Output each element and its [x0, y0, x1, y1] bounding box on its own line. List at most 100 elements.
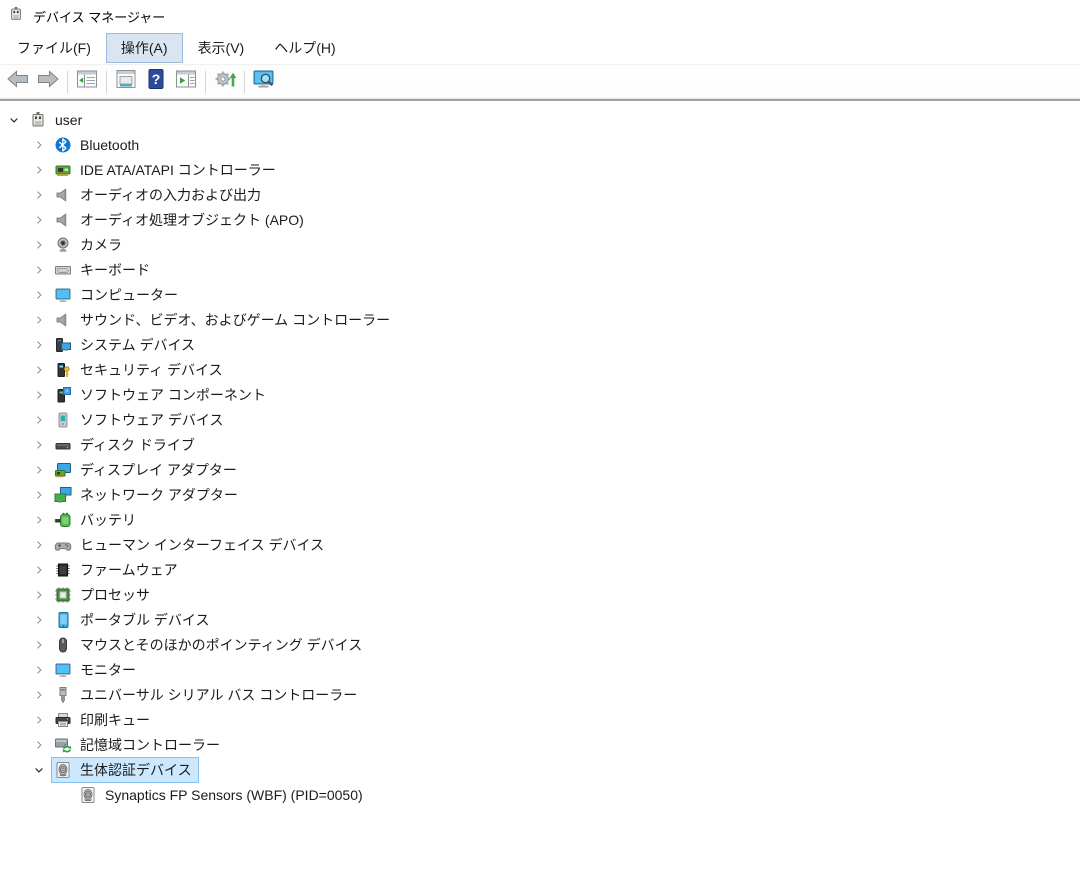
window-title: デバイス マネージャー — [33, 7, 165, 26]
tree-node[interactable]: プロセッサ — [51, 582, 157, 608]
sound-controller-icon — [54, 311, 72, 329]
tree-node[interactable]: システム デバイス — [51, 332, 202, 358]
chevron-right-icon[interactable] — [31, 287, 47, 303]
software-components-icon — [54, 386, 72, 404]
tree-node[interactable]: オーディオ処理オブジェクト (APO) — [51, 207, 311, 233]
tree-node[interactable]: カメラ — [51, 232, 129, 258]
chevron-right-icon[interactable] — [31, 687, 47, 703]
forward-arrow-icon — [36, 67, 60, 96]
tree-row: システム デバイス — [0, 332, 1080, 357]
chevron-right-icon[interactable] — [31, 637, 47, 653]
scan-hardware-icon — [213, 67, 237, 96]
tree-node[interactable]: サウンド、ビデオ、およびゲーム コントローラー — [51, 307, 397, 333]
tree-row: キーボード — [0, 257, 1080, 282]
tree-row: 記憶域コントローラー — [0, 732, 1080, 757]
chevron-right-icon[interactable] — [31, 662, 47, 678]
tree-node-label: 印刷キュー — [80, 710, 152, 730]
tree-row: ファームウェア — [0, 557, 1080, 582]
chevron-right-icon[interactable] — [31, 187, 47, 203]
chevron-right-icon[interactable] — [31, 137, 47, 153]
bluetooth-icon — [54, 136, 72, 154]
menu-item-action[interactable]: 操作(A) — [106, 33, 183, 63]
tree-node[interactable]: ユニバーサル シリアル バス コントローラー — [51, 682, 364, 708]
scan-hardware-changes-button[interactable] — [210, 68, 240, 96]
tree-node[interactable]: ソフトウェア コンポーネント — [51, 382, 273, 408]
tree-node[interactable]: ネットワーク アダプター — [51, 482, 245, 508]
camera-icon — [54, 236, 72, 254]
chevron-right-icon[interactable] — [31, 737, 47, 753]
tree-node-label: ディスク ドライブ — [80, 435, 197, 455]
tree-node[interactable]: ポータブル デバイス — [51, 607, 216, 633]
chevron-right-icon[interactable] — [31, 362, 47, 378]
chevron-right-icon[interactable] — [31, 562, 47, 578]
tree-node[interactable]: 記憶域コントローラー — [51, 732, 227, 758]
chevron-right-icon[interactable] — [31, 262, 47, 278]
audio-endpoint-icon — [54, 186, 72, 204]
chevron-right-icon[interactable] — [31, 462, 47, 478]
show-console-tree-button[interactable] — [72, 68, 102, 96]
chevron-right-icon[interactable] — [31, 312, 47, 328]
tree-node[interactable]: ファームウェア — [51, 557, 185, 583]
chevron-right-icon[interactable] — [31, 437, 47, 453]
tree-node-label: コンピューター — [80, 285, 180, 305]
tree-node[interactable]: Synaptics FP Sensors (WBF) (PID=0050) — [76, 783, 370, 807]
chevron-right-icon[interactable] — [31, 487, 47, 503]
disk-drives-icon — [54, 436, 72, 454]
chevron-right-icon[interactable] — [31, 412, 47, 428]
help-icon: ? — [144, 67, 168, 96]
tree-row: ネットワーク アダプター — [0, 482, 1080, 507]
tree-node[interactable]: ヒューマン インターフェイス デバイス — [51, 532, 331, 558]
tree-node[interactable]: オーディオの入力および出力 — [51, 182, 268, 208]
menu-item-view[interactable]: 表示(V) — [183, 33, 260, 63]
chevron-down-icon[interactable] — [31, 762, 47, 778]
toolbar-separator — [106, 71, 107, 93]
computer-root-icon — [29, 111, 47, 129]
svg-text:?: ? — [152, 71, 161, 87]
tree-node[interactable]: モニター — [51, 657, 143, 683]
tree-node[interactable]: 印刷キュー — [51, 707, 157, 733]
chevron-right-icon[interactable] — [31, 387, 47, 403]
chevron-right-icon[interactable] — [31, 337, 47, 353]
tree-node[interactable]: コンピューター — [51, 282, 185, 308]
display-adapters-icon — [54, 461, 72, 479]
tree-node-label: ソフトウェア デバイス — [80, 410, 225, 430]
show-action-pane-button[interactable] — [171, 68, 201, 96]
chevron-down-icon[interactable] — [6, 112, 22, 128]
menu-item-help[interactable]: ヘルプ(H) — [259, 33, 350, 63]
tree-node[interactable]: IDE ATA/ATAPI コントローラー — [51, 157, 283, 183]
tree-node[interactable]: ディスプレイ アダプター — [51, 457, 244, 483]
tree-row: ソフトウェア デバイス — [0, 407, 1080, 432]
mouse-icon — [54, 636, 72, 654]
toolbar-separator — [244, 71, 245, 93]
chevron-right-icon[interactable] — [31, 612, 47, 628]
firmware-icon — [54, 561, 72, 579]
help-button[interactable]: ? — [141, 68, 171, 96]
chevron-right-icon[interactable] — [31, 537, 47, 553]
menu-item-file[interactable]: ファイル(F) — [2, 33, 106, 63]
tree-node[interactable]: キーボード — [51, 257, 157, 283]
chevron-right-icon[interactable] — [31, 212, 47, 228]
tree-node-label: マウスとそのほかのポインティング デバイス — [80, 635, 364, 655]
properties-button[interactable] — [111, 68, 141, 96]
tree-node[interactable]: バッテリ — [51, 507, 143, 533]
tree-row: ソフトウェア コンポーネント — [0, 382, 1080, 407]
toolbar: ? — [0, 65, 1080, 99]
tree-node[interactable]: マウスとそのほかのポインティング デバイス — [51, 632, 369, 658]
computer-icon — [54, 286, 72, 304]
chevron-right-icon[interactable] — [31, 712, 47, 728]
tree-node-selected[interactable]: 生体認証デバイス — [51, 757, 199, 783]
tree-node[interactable]: ディスク ドライブ — [51, 432, 202, 458]
tree-row: プロセッサ — [0, 582, 1080, 607]
chevron-right-icon[interactable] — [31, 237, 47, 253]
remote-computer-button[interactable] — [249, 68, 279, 96]
usb-controller-icon — [54, 686, 72, 704]
tree-node[interactable]: user — [26, 108, 89, 132]
back-button[interactable] — [3, 68, 33, 96]
forward-button[interactable] — [33, 68, 63, 96]
tree-node[interactable]: Bluetooth — [51, 133, 146, 157]
chevron-right-icon[interactable] — [31, 512, 47, 528]
tree-node[interactable]: セキュリティ デバイス — [51, 357, 230, 383]
chevron-right-icon[interactable] — [31, 162, 47, 178]
chevron-right-icon[interactable] — [31, 587, 47, 603]
tree-node[interactable]: ソフトウェア デバイス — [51, 407, 230, 433]
